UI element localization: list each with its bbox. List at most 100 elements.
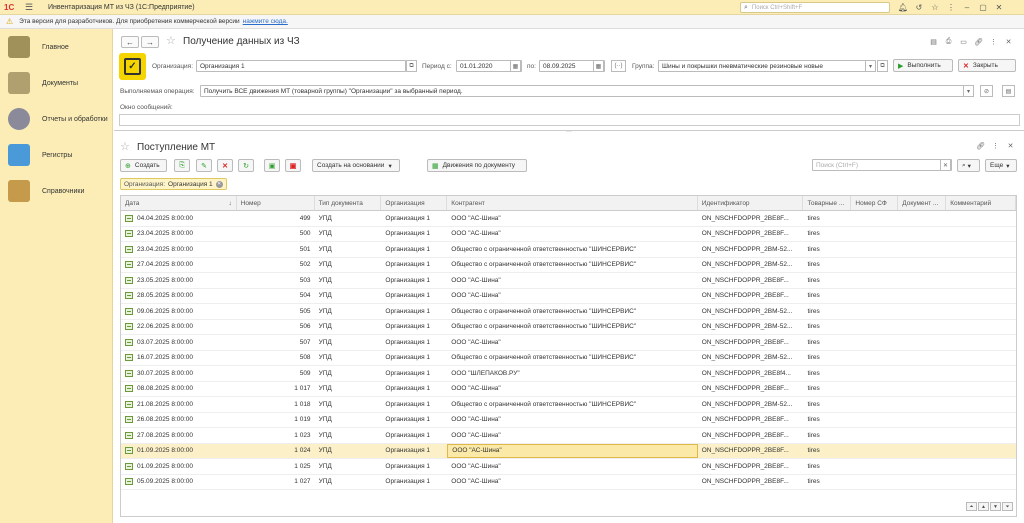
calendar-icon[interactable]: ▦ [593,60,604,72]
form-splitter[interactable]: ··· [114,129,1024,135]
chevron-down-icon: ▾ [967,162,971,170]
window-icon[interactable]: ▭ [956,36,971,48]
table-row[interactable]: 28.05.2025 8:00:00 504 УПД Организация 1 ООО… [121,289,1016,304]
sidebar-item-catalogs[interactable]: Справочники [0,173,112,209]
operation-select[interactable]: Получить ВСЕ движения МТ (товарной групп… [200,85,974,97]
more-icon[interactable]: ⋮ [986,36,1001,48]
link-icon[interactable]: 🔗︎ [971,36,986,48]
form-close-icon[interactable]: ✕ [1001,36,1016,48]
clear-icon[interactable]: ⊘ [980,85,993,97]
org-input[interactable]: Организация 1 [196,60,406,72]
column-header-comment[interactable]: Комментарий [946,196,1016,210]
table-row[interactable]: 23.04.2025 8:00:00 501 УПД Организация 1 Общ… [121,242,1016,258]
search-button[interactable]: ⌕ ▾ [957,159,980,172]
menu-icon[interactable]: ☰ [22,2,36,13]
cell-invoice-number [851,335,898,350]
table-row[interactable]: 01.09.2025 8:00:00 1 024 УПД Организация 1 О… [121,443,1016,459]
table-row[interactable]: 26.08.2025 8:00:00 1 019 УПД Организация 1 О… [121,413,1016,428]
group-input[interactable]: Шины и покрышки пневматические резиновые… [658,60,868,72]
refresh-button[interactable]: ↻ [238,159,254,172]
scroll-up-icon[interactable]: ▲ [978,502,989,511]
scroll-first-icon[interactable]: ⏶ [966,502,977,511]
movements-button[interactable]: ▦ Движения по документу [427,159,527,172]
more-icon[interactable]: ⋮ [943,1,959,14]
table-row[interactable]: 04.04.2025 8:00:00 499 УПД Организация 1 ООО… [121,211,1016,227]
org-open-icon[interactable]: ⧉ [406,60,417,72]
play-icon: ▶ [898,62,904,70]
scroll-down-icon[interactable]: ▼ [990,502,1001,511]
create-button[interactable]: ⊕ Создать [120,159,167,172]
favorite-star-icon[interactable]: ☆ [120,140,130,153]
close-button[interactable]: ✕ Закрыть [958,59,1016,72]
table-row[interactable]: 03.07.2025 8:00:00 507 УПД Организация 1 ООО… [121,335,1016,351]
history-icon[interactable]: ↺ [911,1,927,14]
cell-comment [946,382,1016,397]
column-header-number[interactable]: Номер [237,196,315,210]
sidebar-item-documents[interactable]: Документы [0,65,112,101]
table-row[interactable]: 21.08.2025 8:00:00 1 018 УПД Организация 1 О… [121,397,1016,413]
developer-banner-link[interactable]: нажмите сюда. [243,18,288,25]
list-search-input[interactable]: Поиск (Ctrl+F) [812,159,952,171]
column-header-document[interactable]: Документ ... [898,196,947,210]
filter-tag[interactable]: Организация: Организация 1 ✕ [120,178,227,190]
cell-date: 23.04.2025 8:00:00 [121,227,237,242]
maximize-icon[interactable]: ▢ [975,1,991,14]
column-header-goods[interactable]: Товарные ... [803,196,852,210]
table-row[interactable]: 23.05.2025 8:00:00 503 УПД Организация 1 ООО… [121,273,1016,289]
star-icon[interactable]: ☆ [927,1,943,14]
run-button[interactable]: ▶ Выполнить [893,59,953,72]
column-header-contractor[interactable]: Контрагент [447,196,698,210]
search-clear-icon[interactable]: ✕ [940,159,951,171]
table-row[interactable]: 27.04.2025 8:00:00 502 УПД Организация 1 Общ… [121,258,1016,273]
table-row[interactable]: 01.09.2025 8:00:00 1 025 УПД Организация 1 О… [121,459,1016,475]
sidebar-item-reports[interactable]: Отчеты и обработки [0,101,112,137]
save-icon[interactable]: ▤ [926,36,941,48]
group-open-icon[interactable]: ⧉ [877,60,888,72]
table-row[interactable]: 08.08.2025 8:00:00 1 017 УПД Организация 1 О… [121,382,1016,397]
forward-button[interactable]: → [141,36,159,48]
sidebar-item-registers[interactable]: Регистры [0,137,112,173]
cell-goods: tires [807,431,820,439]
table-row[interactable]: 09.06.2025 8:00:00 505 УПД Организация 1 Общ… [121,304,1016,320]
group-dropdown-icon[interactable]: ▾ [865,60,876,72]
create-based-on-button[interactable]: Создать на основании ▾ [312,159,400,172]
operation-dropdown-icon[interactable]: ▾ [963,85,974,97]
edit-button[interactable]: ✎ [196,159,212,172]
global-search-input[interactable]: ⌕ Поиск Ctrl+Shift+F [740,2,890,13]
post-button[interactable]: ▣ [264,159,280,172]
minimize-icon[interactable]: – [959,1,975,14]
table-row[interactable]: 22.06.2025 8:00:00 506 УПД Организация 1 Общ… [121,320,1016,335]
more-button[interactable]: Еще ▾ [985,159,1017,172]
table-row[interactable]: 27.08.2025 8:00:00 1 023 УПД Организация 1 О… [121,428,1016,444]
close-x-icon: ✕ [963,62,969,70]
delete-button[interactable]: ✕ [217,159,233,172]
favorite-star-icon[interactable]: ☆ [166,34,176,47]
column-header-org[interactable]: Организация [381,196,448,210]
sidebar-item-main[interactable]: Главное [0,29,112,65]
period-select-icon[interactable]: (··) [611,60,626,72]
column-header-date[interactable]: Дата ↓ [121,196,237,210]
form-close-icon[interactable]: ✕ [1003,140,1018,152]
back-button[interactable]: ← [121,36,139,48]
cell-comment [946,273,1016,288]
print-icon[interactable]: ⎙ [941,36,956,48]
unpost-button[interactable]: ▣ [285,159,301,172]
column-header-doc-type[interactable]: Тип документа [315,196,382,210]
filter-remove-icon[interactable]: ✕ [215,180,223,188]
scroll-last-icon[interactable]: ⏷ [1002,502,1013,511]
table-row[interactable]: 23.04.2025 8:00:00 500 УПД Организация 1 ООО… [121,227,1016,242]
link-icon[interactable]: 🔗︎ [973,140,988,152]
messages-box[interactable] [119,114,1020,126]
column-header-identifier[interactable]: Идентификатор [698,196,804,210]
table-row[interactable]: 05.09.2025 8:00:00 1 027 УПД Организация 1 О… [121,475,1016,490]
bell-icon[interactable]: 🔔︎ [895,1,911,14]
save-settings-icon[interactable]: ▤ [1002,85,1015,97]
table-row[interactable]: 16.07.2025 8:00:00 508 УПД Организация 1 Общ… [121,351,1016,366]
close-icon[interactable]: ✕ [991,1,1007,14]
table-row[interactable]: 30.07.2025 8:00:00 509 УПД Организация 1 ООО… [121,366,1016,382]
column-header-invoice-number[interactable]: Номер СФ [851,196,899,210]
more-icon[interactable]: ⋮ [988,140,1003,152]
copy-button[interactable]: ⎘ [174,159,190,172]
cell-comment [946,227,1016,242]
calendar-icon[interactable]: ▦ [510,60,521,72]
